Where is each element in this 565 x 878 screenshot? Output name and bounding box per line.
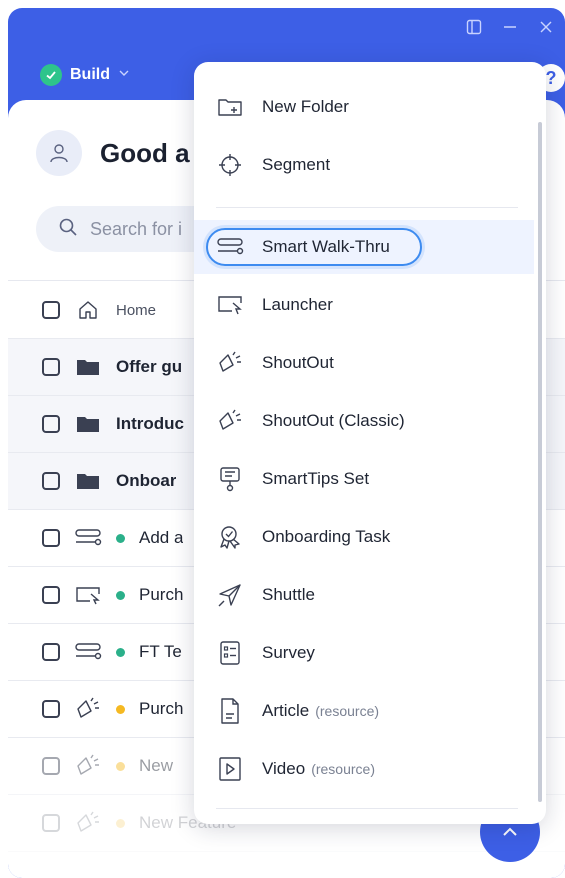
shoutout-classic-icon [216, 407, 244, 435]
onboarding-task-icon [216, 523, 244, 551]
home-icon [74, 299, 102, 321]
row-label: Onboar [116, 471, 177, 490]
row-checkbox[interactable] [42, 358, 60, 376]
menu-item-label: Article [262, 701, 310, 720]
menu-item-label: Segment [262, 155, 331, 174]
menu-item-segment[interactable]: Segment [194, 138, 534, 192]
survey-icon [216, 639, 244, 667]
search-icon [58, 217, 78, 242]
status-dot [116, 533, 125, 543]
row-checkbox[interactable] [42, 472, 60, 490]
dock-panel-icon[interactable] [463, 16, 485, 38]
search-placeholder: Search for i [90, 218, 183, 239]
new-folder-icon [216, 93, 244, 121]
menu-item-label: New Folder [262, 97, 349, 116]
menu-item-article[interactable]: Article (resource) [194, 684, 534, 738]
menu-item-smarttips-set[interactable]: SmartTips Set [194, 452, 534, 506]
menu-item-label: Survey [262, 643, 315, 662]
close-icon[interactable] [535, 16, 557, 38]
greeting: Good a [36, 130, 190, 176]
folder-icon [74, 413, 102, 435]
menu-item-label: Onboarding Task [262, 527, 391, 546]
smarttips-icon [216, 465, 244, 493]
menu-item-shoutout[interactable]: ShoutOut [194, 336, 534, 390]
menu-divider [216, 808, 518, 809]
shuttle-icon [216, 581, 244, 609]
shoutout-icon [216, 349, 244, 377]
row-label: New [139, 756, 174, 775]
shoutout-icon [74, 697, 102, 720]
article-icon [216, 697, 244, 725]
shoutout-icon [74, 811, 102, 834]
menu-item-suffix: (resource) [311, 761, 375, 777]
menu-item-survey[interactable]: Survey [194, 626, 534, 680]
avatar[interactable] [36, 130, 82, 176]
video-icon [216, 755, 244, 783]
row-checkbox[interactable] [42, 529, 60, 547]
menu-divider [216, 207, 518, 208]
row-label: Offer gu [116, 357, 183, 376]
menu-item-label: Video [262, 759, 306, 778]
breadcrumb-home[interactable]: Home [116, 302, 156, 319]
row-checkbox[interactable] [42, 415, 60, 433]
menu-item-launcher[interactable]: Launcher [194, 278, 534, 332]
menu-item-label: ShoutOut [262, 353, 334, 372]
status-dot [116, 761, 125, 771]
menu-item-new-folder[interactable]: New Folder [194, 80, 534, 134]
status-dot [116, 590, 125, 600]
minimize-icon[interactable] [499, 16, 521, 38]
row-label: Purch [139, 585, 184, 604]
chevron-down-icon [118, 66, 130, 84]
smart-walk-thru-icon [74, 527, 102, 549]
shoutout-icon [74, 754, 102, 777]
row-label: Add a [139, 528, 184, 547]
menu-item-label: ShoutOut (Classic) [262, 411, 405, 430]
row-checkbox[interactable] [42, 643, 60, 661]
row-checkbox[interactable] [42, 814, 60, 832]
menu-item-smart-walk-thru[interactable]: Smart Walk-Thru [194, 220, 534, 274]
row-label: Purch [139, 699, 184, 718]
select-all-checkbox[interactable] [42, 301, 60, 319]
check-icon [40, 64, 62, 86]
menu-item-label: Launcher [262, 295, 333, 314]
segment-icon [216, 151, 244, 179]
row-checkbox[interactable] [42, 586, 60, 604]
create-menu: New Folder Segment Smart Walk-Thru Launc… [194, 62, 546, 824]
menu-item-shoutout-classic[interactable]: ShoutOut (Classic) [194, 394, 534, 448]
menu-item-label: SmartTips Set [262, 469, 370, 488]
row-checkbox[interactable] [42, 700, 60, 718]
menu-item-suffix: (resource) [315, 703, 380, 719]
status-dot [116, 704, 125, 714]
window-controls [463, 16, 557, 38]
row-label: FT Te [139, 642, 182, 661]
build-mode-selector[interactable]: Build [40, 64, 130, 86]
folder-icon [74, 356, 102, 378]
status-dot [116, 647, 125, 657]
folder-icon [74, 470, 102, 492]
menu-item-label: Shuttle [262, 585, 315, 604]
row-checkbox[interactable] [42, 757, 60, 775]
status-dot [116, 818, 125, 828]
menu-item-video[interactable]: Video (resource) [194, 742, 534, 796]
build-label: Build [70, 66, 110, 83]
menu-item-shuttle[interactable]: Shuttle [194, 568, 534, 622]
greeting-text: Good a [100, 137, 190, 168]
launcher-icon [74, 584, 102, 606]
menu-item-onboarding-task[interactable]: Onboarding Task [194, 510, 534, 564]
focus-ring [206, 228, 422, 266]
launcher-icon [216, 291, 244, 319]
smart-walk-thru-icon [74, 641, 102, 663]
row-label: Introduc [116, 414, 184, 433]
menu-scrollbar[interactable] [538, 122, 542, 802]
